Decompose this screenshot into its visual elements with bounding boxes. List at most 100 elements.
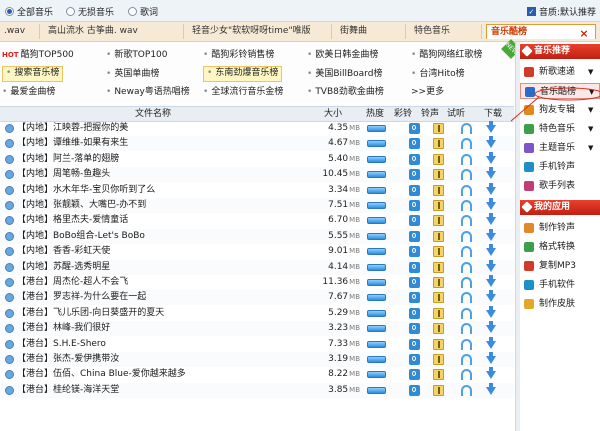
song-title[interactable]: 【内地】BoBo组合-Let's BoBo bbox=[17, 229, 317, 244]
table-row[interactable]: 【内地】周笔畅-鱼趣头 10.45MB bbox=[0, 167, 514, 183]
category-favorite-hits[interactable]: • 最爱金曲榜 bbox=[2, 85, 55, 99]
ringback-icon[interactable] bbox=[409, 200, 420, 211]
ringback-icon[interactable] bbox=[409, 215, 420, 227]
download-icon[interactable] bbox=[486, 213, 496, 226]
ringback-icon[interactable] bbox=[409, 261, 420, 273]
category-new-top100[interactable]: • 新歌TOP100 bbox=[106, 48, 168, 62]
ringtone-icon[interactable] bbox=[433, 200, 444, 211]
ringback-icon[interactable] bbox=[409, 384, 420, 396]
ringback-icon[interactable] bbox=[409, 138, 420, 150]
headphone-icon[interactable] bbox=[461, 307, 472, 319]
headphone-icon[interactable] bbox=[461, 138, 472, 150]
tab-wav[interactable]: .wav bbox=[0, 24, 40, 39]
ringtone-icon[interactable] bbox=[433, 123, 444, 134]
ringback-icon[interactable] bbox=[409, 354, 420, 365]
category-tvb8[interactable]: • TVB8劲歌金曲榜 bbox=[307, 85, 384, 99]
song-title[interactable]: 【港台】桂纶镁-海洋天堂 bbox=[17, 383, 317, 398]
table-row[interactable]: 【内地】苏醒-选秀明星 4.14MB bbox=[0, 259, 514, 275]
ringtone-icon[interactable] bbox=[433, 292, 444, 304]
option-all-music[interactable]: 全部音乐 bbox=[5, 5, 53, 18]
close-icon[interactable]: × bbox=[577, 27, 591, 39]
tab-special-music[interactable]: 特色音乐 bbox=[410, 24, 482, 39]
headphone-icon[interactable] bbox=[461, 230, 472, 242]
ringback-icon[interactable] bbox=[409, 123, 420, 134]
ringback-icon[interactable] bbox=[409, 153, 420, 165]
play-icon[interactable] bbox=[5, 124, 14, 133]
category-more[interactable]: >>更多 bbox=[411, 85, 444, 99]
play-icon[interactable] bbox=[5, 247, 14, 257]
download-icon[interactable] bbox=[486, 167, 496, 180]
ringback-icon[interactable] bbox=[409, 184, 420, 196]
play-icon[interactable] bbox=[5, 370, 14, 380]
category-search-chart[interactable]: • 搜索音乐榜 bbox=[2, 66, 64, 82]
download-icon[interactable] bbox=[486, 151, 496, 164]
song-title[interactable]: 【内地】张靓颖、大嘴巴-办不到 bbox=[17, 198, 317, 213]
headphone-icon[interactable] bbox=[461, 384, 472, 396]
ringtone-icon[interactable] bbox=[433, 230, 444, 242]
download-icon[interactable] bbox=[486, 182, 496, 195]
song-title[interactable]: 【港台】飞儿乐团-向日葵盛开的夏天 bbox=[17, 306, 317, 321]
download-icon[interactable] bbox=[486, 244, 496, 257]
ringtone-icon[interactable] bbox=[433, 215, 444, 227]
table-row[interactable]: 【内地】江映蓉-把握你的美 4.35MB bbox=[0, 121, 514, 136]
ringtone-icon[interactable] bbox=[433, 184, 444, 196]
play-icon[interactable] bbox=[5, 324, 14, 334]
option-lossless-music[interactable]: 无损音乐 bbox=[66, 5, 114, 18]
download-icon[interactable] bbox=[486, 336, 496, 349]
sidebar-item-2[interactable]: 音乐酷榜 ▼ bbox=[520, 83, 600, 99]
ringtone-icon[interactable] bbox=[433, 261, 444, 273]
tab-qingyin[interactable]: 轻音少女"软软呀呀time"唯版 bbox=[188, 24, 332, 39]
category-uk-singles[interactable]: • 英国单曲榜 bbox=[106, 67, 159, 81]
play-icon[interactable] bbox=[5, 201, 14, 210]
col-size[interactable]: 大小 bbox=[324, 108, 342, 120]
song-title[interactable]: 【内地】谭维维-如果有来生 bbox=[17, 136, 317, 151]
table-row[interactable]: 【港台】飞儿乐团-向日葵盛开的夏天 5.29MB bbox=[0, 305, 514, 321]
play-icon[interactable] bbox=[5, 308, 14, 318]
table-row[interactable]: 【港台】S.H.E-Shero 7.33MB bbox=[0, 336, 514, 352]
ringtone-icon[interactable] bbox=[433, 338, 444, 350]
ringback-icon[interactable] bbox=[409, 246, 420, 258]
table-row[interactable]: 【港台】伍佰、China Blue-爱你越来越多 8.22MB bbox=[0, 367, 514, 382]
song-title[interactable]: 【内地】格里杰夫-爱情童话 bbox=[17, 213, 317, 228]
sidebar-item-3[interactable]: 复制MP3 bbox=[520, 258, 600, 274]
play-icon[interactable] bbox=[5, 170, 14, 180]
play-icon[interactable] bbox=[5, 293, 14, 303]
sidebar-item-1[interactable]: 新歌速递 ▼ bbox=[520, 64, 600, 80]
headphone-icon[interactable] bbox=[461, 338, 472, 350]
table-row[interactable]: 【内地】BoBo组合-Let's BoBo 5.55MB bbox=[0, 228, 514, 244]
headphone-icon[interactable] bbox=[461, 123, 472, 134]
tab-guzheng[interactable]: 高山流水 古筝曲. wav bbox=[44, 24, 184, 39]
song-title[interactable]: 【内地】香香-彩虹天使 bbox=[17, 244, 317, 259]
ringtone-icon[interactable] bbox=[433, 354, 444, 365]
ringback-icon[interactable] bbox=[409, 292, 420, 304]
download-icon[interactable] bbox=[486, 367, 496, 380]
ringtone-icon[interactable] bbox=[433, 384, 444, 396]
sidebar-item-2[interactable]: 格式转换 bbox=[520, 239, 600, 255]
download-icon[interactable] bbox=[486, 121, 496, 133]
sidebar-item-4[interactable]: 特色音乐 ▼ bbox=[520, 121, 600, 137]
download-icon[interactable] bbox=[486, 321, 496, 334]
table-row[interactable]: 【内地】阿兰-落单的翅膀 5.40MB bbox=[0, 151, 514, 167]
table-row[interactable]: 【港台】桂纶镁-海洋天堂 3.85MB bbox=[0, 382, 514, 398]
headphone-icon[interactable] bbox=[461, 354, 472, 365]
ringtone-icon[interactable] bbox=[433, 138, 444, 150]
category-billboard[interactable]: • 美国BillBoard榜 bbox=[307, 67, 382, 81]
headphone-icon[interactable] bbox=[461, 292, 472, 304]
table-row[interactable]: 【内地】香香-彩虹天使 9.01MB bbox=[0, 244, 514, 259]
ringback-icon[interactable] bbox=[409, 369, 420, 381]
category-neway[interactable]: • Neway粤语热唱榜 bbox=[106, 85, 190, 99]
download-icon[interactable] bbox=[486, 352, 496, 364]
song-title[interactable]: 【内地】江映蓉-把握你的美 bbox=[17, 121, 317, 136]
category-global-pop[interactable]: • 全球流行音乐金榜 bbox=[203, 85, 283, 99]
play-icon[interactable] bbox=[5, 216, 14, 226]
sidebar-item-3[interactable]: 狗友专辑 ▼ bbox=[520, 102, 600, 118]
play-icon[interactable] bbox=[5, 231, 14, 241]
sidebar-item-5[interactable]: 制作皮肤 bbox=[520, 296, 600, 312]
headphone-icon[interactable] bbox=[461, 184, 472, 196]
play-icon[interactable] bbox=[5, 385, 14, 395]
song-title[interactable]: 【港台】罗志祥-为什么要在一起 bbox=[17, 290, 317, 305]
song-title[interactable]: 【港台】张杰-爱伊携带汝 bbox=[17, 352, 317, 367]
sidebar-item-4[interactable]: 手机软件 bbox=[520, 277, 600, 293]
table-row[interactable]: 【港台】周杰伦-超人不会飞 11.36MB bbox=[0, 275, 514, 290]
download-icon[interactable] bbox=[486, 275, 496, 287]
